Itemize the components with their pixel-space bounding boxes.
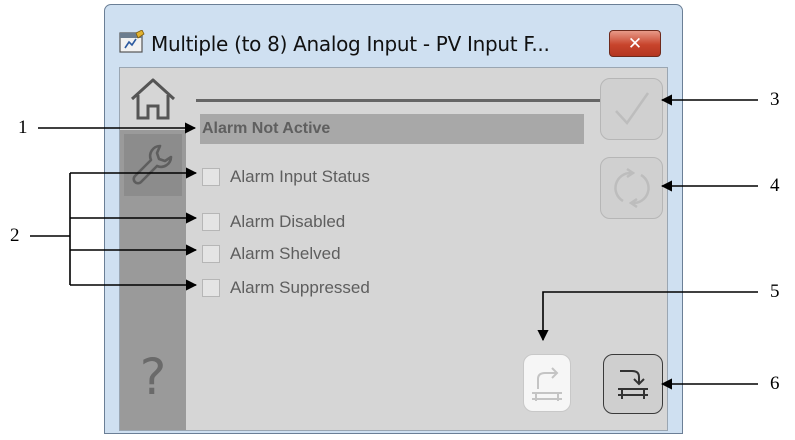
callout-5-arrow <box>537 291 758 342</box>
callout-label-3: 3 <box>770 89 780 110</box>
callout-label-2: 2 <box>10 225 20 246</box>
callout-label-5: 5 <box>770 281 780 302</box>
callout-label-6: 6 <box>770 373 780 394</box>
callout-label-4: 4 <box>770 175 780 196</box>
callout-label-1: 1 <box>18 117 28 138</box>
callout-arrows <box>30 94 758 390</box>
